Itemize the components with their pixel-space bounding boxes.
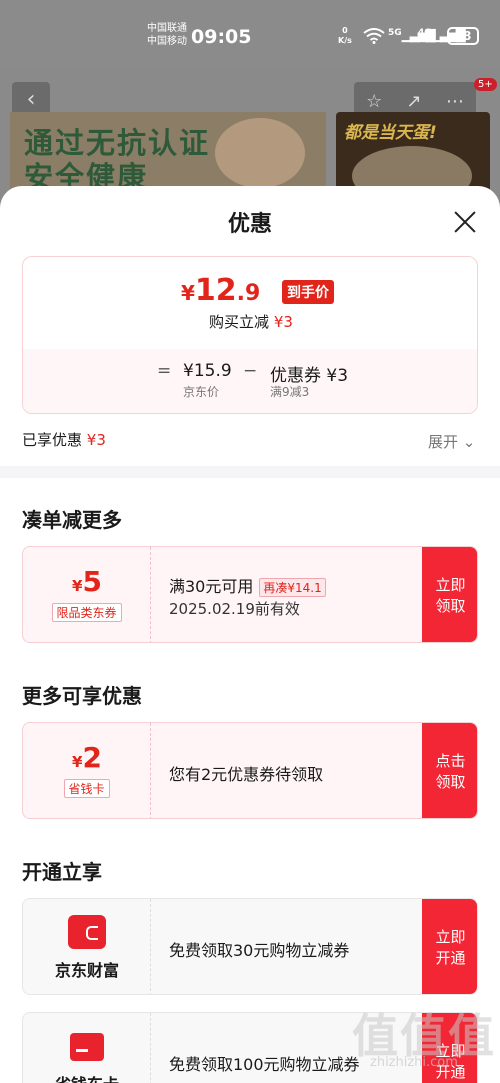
activate-card-jd-finance: 京东财富 免费领取30元购物立减券 立即开通 xyxy=(22,898,478,995)
carrier-2: 中国移动 xyxy=(147,36,187,47)
section-title-activate: 开通立享 xyxy=(22,860,102,884)
minus-sign: − xyxy=(243,361,258,381)
sheet-title: 优惠 xyxy=(227,212,272,237)
enjoyed-label: 已享优惠 xyxy=(22,431,83,449)
coupon-main-text: 您有2元优惠券待领取 xyxy=(169,765,324,784)
coupon-main-text: 满30元可用 xyxy=(169,577,254,596)
net-speed: 0 K/s xyxy=(338,26,352,46)
coupon-yen: ¥ xyxy=(72,753,83,771)
price-formula-area xyxy=(23,349,477,413)
carrier-names: 中国联通 中国移动 xyxy=(147,22,187,48)
section-title-bundle: 凑单减更多 xyxy=(22,508,122,532)
base-price-label: 京东价 xyxy=(183,385,220,399)
final-price-tag: 到手价 xyxy=(282,280,334,304)
coupon-card-jd: ¥5 限品类东券 满30元可用 再凑¥14.1 2025.02.19前有效 立即领… xyxy=(22,546,478,643)
favorite-icon[interactable]: ☆ xyxy=(366,91,382,112)
net-speed-unit: K/s xyxy=(338,36,352,45)
price-breakdown-card: ¥12.9 到手价 购买立减 ¥3 = ¥15.9 京东价 − 优惠券 ¥3 满… xyxy=(22,256,478,414)
enjoyed-amount: ¥3 xyxy=(86,431,106,449)
final-price-dec: .9 xyxy=(236,281,261,306)
activate-button[interactable]: 立即 开通 xyxy=(422,899,477,994)
enjoyed-discount: 已享优惠 ¥3 xyxy=(22,429,106,450)
activate-btn-line-1: 立即 xyxy=(435,927,466,946)
final-price-int: 12 xyxy=(194,273,237,308)
coupon-amount-value: 5 xyxy=(82,565,102,598)
claim-btn-line-2: 领取 xyxy=(435,596,466,615)
instant-discount-label: 购买立减 xyxy=(209,313,270,331)
status-bar: 中国联通 中国移动 09:05 0 K/s 5G▁▃▅▇ 4G▁▃▅▇ 88 xyxy=(0,0,500,70)
section-title-more: 更多可享优惠 xyxy=(22,684,142,708)
equals-sign: = xyxy=(157,361,172,381)
discount-sheet: 优惠 ¥12.9 到手价 购买立减 ¥3 = ¥15.9 京东价 − 优惠券 ¥… xyxy=(0,186,500,1083)
final-price-yen: ¥ xyxy=(181,281,195,305)
net-speed-value: 0 xyxy=(342,26,348,35)
wallet-icon xyxy=(68,915,106,949)
coupon-value-area: ¥2 省钱卡 xyxy=(23,723,151,818)
instant-discount-amount: ¥3 xyxy=(273,313,293,331)
share-icon[interactable]: ↗ xyxy=(407,91,422,112)
coupon-value-area: ¥5 限品类东券 xyxy=(23,547,151,642)
base-price: ¥15.9 xyxy=(183,361,232,381)
coupon-condition-text: 满30元可用 再凑¥14.1 xyxy=(169,573,326,597)
coupon-card-savings: ¥2 省钱卡 您有2元优惠券待领取 点击领取 xyxy=(22,722,478,819)
coupon-condition: 满9减3 xyxy=(270,385,310,399)
coupon-expiry: 2025.02.19前有效 xyxy=(169,600,300,618)
brand-area: 京东财富 xyxy=(23,899,151,994)
side-image-text: 都是当天蛋! xyxy=(344,123,437,143)
signal-4g-label: 4G xyxy=(418,28,432,38)
battery-indicator: 88 xyxy=(447,27,479,45)
coupon-type-tag: 限品类东券 xyxy=(51,603,122,622)
wifi-icon xyxy=(363,28,385,48)
claim-btn-line-1: 立即 xyxy=(435,575,466,594)
claim-coupon-button[interactable]: 立即 领取 xyxy=(422,547,477,642)
watermark-url: zhizhizhi.com xyxy=(370,1055,458,1070)
coupon-amount: ¥5 xyxy=(23,565,151,598)
more-icon[interactable]: ⋯ xyxy=(446,91,464,112)
coupon-type-tag: 省钱卡 xyxy=(63,779,110,798)
instant-discount: 购买立减 ¥3 xyxy=(23,311,477,332)
coupon-amount: ¥2 xyxy=(23,741,151,774)
claim-btn-line-2: 领取 xyxy=(435,772,466,791)
clock: 09:05 xyxy=(191,26,252,48)
coupon-amount-value: 2 xyxy=(82,741,102,774)
carrier-1: 中国联通 xyxy=(147,23,187,34)
notification-badge: 5+ xyxy=(474,78,497,91)
claim-btn-line-1: 点击 xyxy=(435,751,466,770)
coupon-yen: ¥ xyxy=(72,577,83,595)
brand-name: 京东财富 xyxy=(54,961,119,980)
activate-offer-text: 免费领取30元购物立减券 xyxy=(169,941,350,960)
claim-savings-button[interactable]: 点击 领取 xyxy=(422,723,477,818)
close-icon[interactable] xyxy=(451,208,479,236)
banner-text: 通过无抗认证 安全健康 xyxy=(24,126,210,194)
activate-offer-text: 免费领取100元购物立减券 xyxy=(169,1055,360,1074)
expand-button[interactable]: 展开 ⌄ xyxy=(428,431,475,452)
signal-5g-label: 5G xyxy=(388,28,402,38)
activate-btn-line-2: 开通 xyxy=(435,948,466,967)
egg-image xyxy=(215,118,305,188)
section-divider xyxy=(0,466,500,478)
banner-line-1: 通过无抗认证 xyxy=(24,126,211,160)
final-price: ¥12.9 xyxy=(181,273,260,308)
brand-area: 省钱东卡 xyxy=(23,1013,151,1083)
brand-name: 省钱东卡 xyxy=(23,1071,151,1083)
card-icon xyxy=(70,1033,104,1061)
coupon-bundle-badge: 再凑¥14.1 xyxy=(259,578,326,597)
